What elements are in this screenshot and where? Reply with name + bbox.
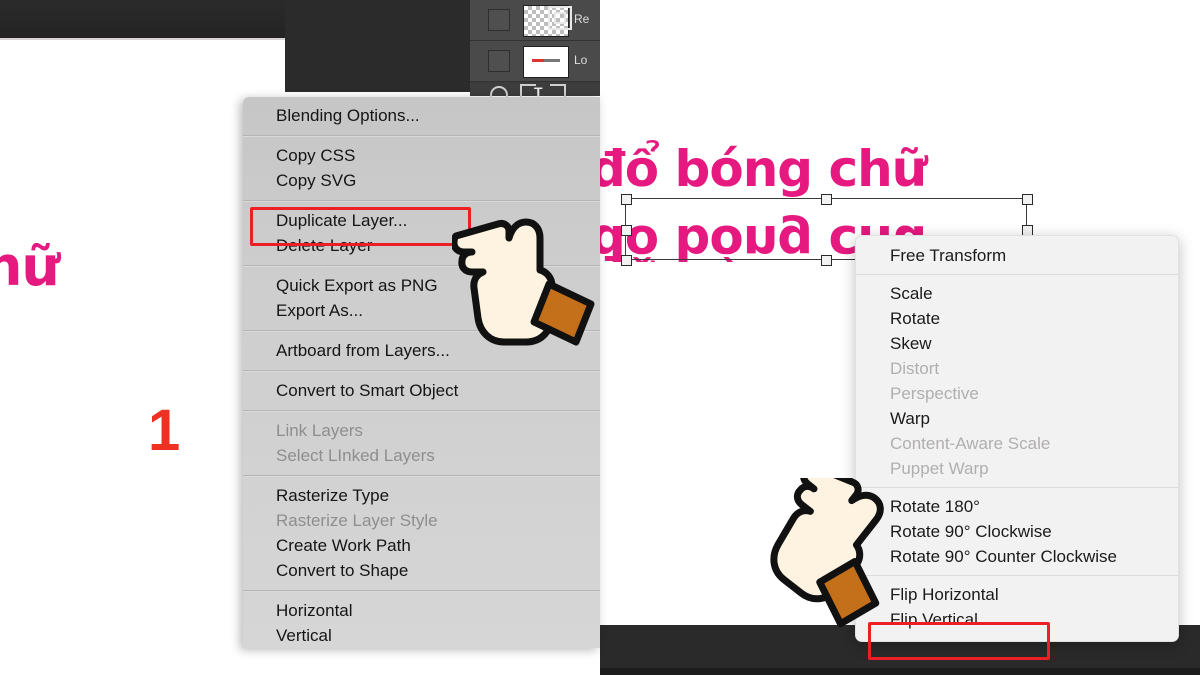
canvas-text-fragment: hữ [0,235,60,298]
menu-separator [243,590,600,591]
canvas-headline-text: đổ bóng chữ [600,140,927,198]
menu-item-warp[interactable]: Warp [856,406,1178,431]
photoshop-bottom-edge-right [600,668,1200,675]
menu-item-scale[interactable]: Scale [856,281,1178,306]
screenshot-stage: Re Lo T hữ 1 đổ bóng chữ đổ bóng chữ Ble… [0,0,1200,675]
pointing-hand-cursor [450,218,602,373]
menu-item-horizontal[interactable]: Horizontal [243,598,600,623]
menu-item-copy-css[interactable]: Copy CSS [243,143,600,168]
menu-item-free-transform[interactable]: Free Transform [856,243,1178,268]
menu-item-distort: Distort [890,359,940,378]
thumbnail-text-mark-2 [544,59,560,62]
menu-item-select-linked-layers: Select LInked Layers [276,446,435,465]
layer-row[interactable]: Re [470,0,600,41]
menu-item-content-aware-scale: Content-Aware Scale [890,434,1051,453]
menu-separator [243,135,600,136]
menu-item-convert-to-shape[interactable]: Convert to Shape [243,558,600,583]
menu-separator [243,200,600,201]
step-number-1: 1 [148,398,181,463]
menu-top-padding [856,236,1178,243]
menu-item-rasterize-layer-style: Rasterize Layer Style [276,511,438,530]
layer-name-label: Lo [574,53,588,67]
tool-strip: T [470,82,600,104]
menu-item-blending-options[interactable]: Blending Options... [243,103,600,128]
photoshop-titlebar-left [0,0,285,38]
layers-panel: Re Lo T [470,0,600,104]
menu-item-vertical[interactable]: Vertical [243,623,600,648]
layer-row[interactable]: Lo [470,41,600,82]
menu-separator [856,274,1178,275]
layer-name-label: Re [574,12,590,26]
menu-separator [243,475,600,476]
layer-thumbnail-white[interactable] [523,46,569,78]
menu-item-rasterize-type[interactable]: Rasterize Type [243,483,600,508]
pointing-hand-cursor [752,462,912,648]
menu-item-skew[interactable]: Skew [856,331,1178,356]
menu-separator [243,410,600,411]
layer-visibility-checkbox[interactable] [488,9,510,31]
menu-item-create-work-path[interactable]: Create Work Path [243,533,600,558]
layer-mask-thumbnail[interactable] [548,6,572,30]
menu-item-rotate[interactable]: Rotate [856,306,1178,331]
menu-item-convert-to-smart-object[interactable]: Convert to Smart Object [243,378,600,403]
menu-item-perspective: Perspective [890,384,979,403]
menu-item-link-layers: Link Layers [276,421,363,440]
layer-visibility-checkbox[interactable] [488,50,510,72]
menu-item-copy-svg[interactable]: Copy SVG [243,168,600,193]
